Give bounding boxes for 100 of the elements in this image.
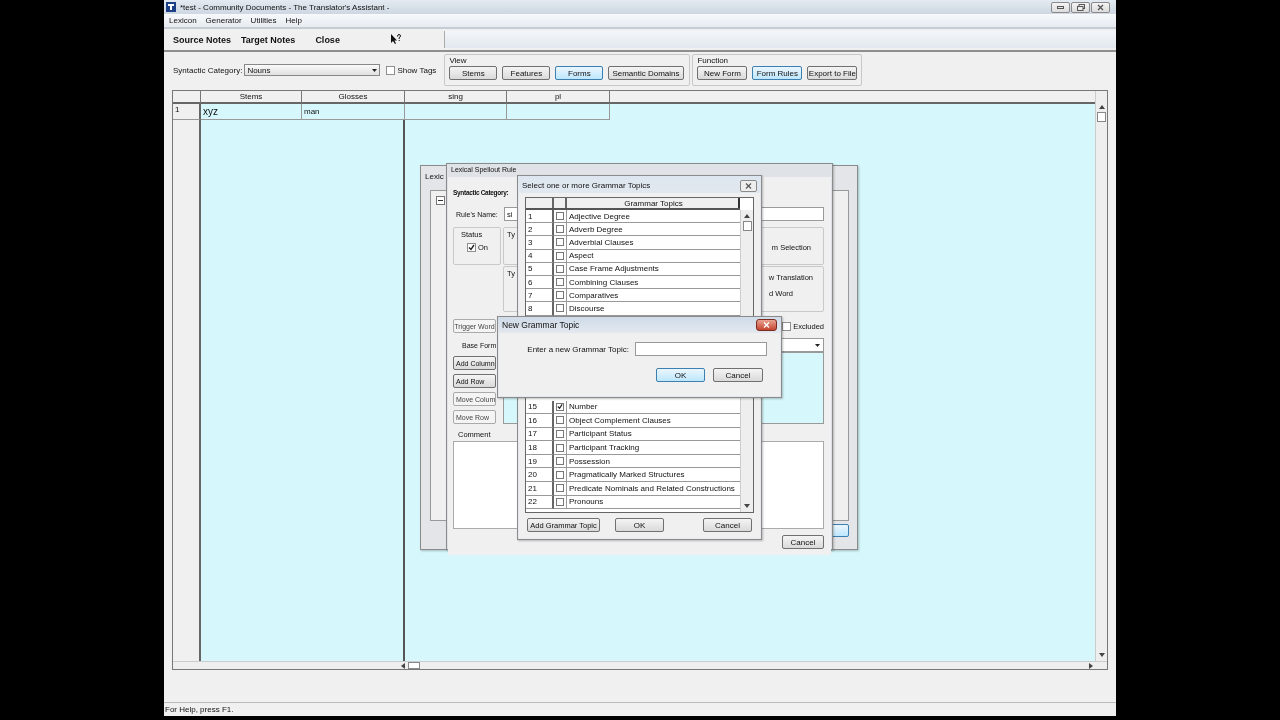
row-number: 20	[526, 468, 554, 483]
field-label: Enter a new Grammar Topic:	[527, 344, 629, 354]
close-button[interactable]	[740, 179, 757, 192]
cancel-button[interactable]: Cancel	[703, 518, 752, 532]
topic-name[interactable]: Combining Clauses	[567, 275, 740, 290]
field-label: Syntactic Category:	[173, 65, 243, 75]
menu-item[interactable]: Lexicon	[169, 16, 197, 25]
table-cell: man	[302, 104, 405, 120]
row-number: 15	[526, 400, 554, 415]
topic-name[interactable]: Object Complement Clauses	[567, 414, 740, 428]
row-number: 16	[526, 414, 554, 428]
topic-name[interactable]: Predicate Nominals and Related Constructions	[567, 482, 740, 496]
topic-name[interactable]: Participant Status	[567, 427, 740, 442]
column-header: Stems	[201, 91, 302, 104]
topic-name[interactable]: Case Frame Adjustments	[567, 262, 740, 276]
checkbox[interactable]	[556, 238, 564, 247]
topic-input-field[interactable]	[635, 342, 767, 356]
function-button[interactable]: New Form	[697, 66, 748, 80]
column-header: Grammar Topics	[567, 198, 740, 208]
cancel-button[interactable]: Cancel	[782, 535, 824, 549]
topic-name[interactable]: Adverbial Clauses	[567, 236, 740, 250]
checkbox[interactable]	[556, 497, 564, 506]
checkbox[interactable]	[556, 402, 564, 411]
dropdown-arrow-icon	[372, 68, 378, 72]
minimize-icon	[1057, 5, 1064, 9]
menu-item[interactable]: Utilities	[250, 16, 277, 25]
status-text: For Help, press F1.	[165, 705, 234, 714]
scroll-right-arrow-icon[interactable]	[1089, 662, 1093, 669]
scroll-down-arrow-icon[interactable]	[744, 504, 750, 508]
window-title: *test - Community Documents - The Translator's Assistant -	[180, 2, 390, 12]
topic-name[interactable]: Discourse	[567, 302, 740, 316]
row-number: 3	[526, 236, 554, 250]
topic-name[interactable]: Adverb Degree	[567, 223, 740, 237]
dialog-title: Select one or more Grammar Topics	[522, 181, 651, 190]
topic-name[interactable]: Comparatives	[567, 289, 740, 303]
toolbar-button[interactable]: Target Notes	[241, 34, 296, 45]
app-icon	[166, 2, 176, 12]
checkbox[interactable]	[556, 264, 564, 273]
checkbox[interactable]	[556, 430, 564, 438]
row-number: 7	[526, 289, 554, 303]
scrollbar-thumb[interactable]	[408, 662, 420, 669]
close-button[interactable]	[1091, 1, 1110, 13]
restore-button[interactable]	[1071, 1, 1090, 13]
checkbox[interactable]	[556, 212, 564, 221]
horizontal-scrollbar[interactable]	[173, 661, 1107, 669]
checkbox[interactable]	[556, 457, 564, 466]
scrollbar-thumb[interactable]	[1097, 112, 1106, 122]
scroll-up-arrow-icon[interactable]	[1098, 105, 1105, 109]
column-header: pl	[507, 91, 610, 104]
close-icon	[1097, 3, 1104, 11]
checkbox[interactable]	[556, 416, 564, 425]
checkbox[interactable]	[386, 65, 396, 75]
dialog-title: Lexic	[425, 171, 444, 181]
view-button[interactable]: Forms	[555, 66, 604, 80]
close-button[interactable]	[756, 319, 777, 331]
topic-name[interactable]: Number	[567, 400, 740, 415]
checkbox[interactable]	[556, 291, 564, 300]
scroll-down-arrow-icon[interactable]	[1098, 653, 1105, 657]
group-label: Function	[697, 56, 730, 65]
checkbox[interactable]	[556, 278, 564, 287]
topic-name[interactable]: Pragmatically Marked Structures	[567, 468, 740, 483]
checkbox[interactable]	[556, 225, 564, 234]
row-number: 8	[526, 302, 554, 316]
checkbox[interactable]	[556, 304, 564, 313]
scroll-up-arrow-icon[interactable]	[744, 214, 750, 218]
checkbox[interactable]	[556, 484, 564, 493]
checkbox[interactable]	[556, 443, 564, 452]
checkbox[interactable]	[556, 470, 564, 479]
minimize-button[interactable]	[1051, 1, 1070, 13]
ok-button[interactable]: OK	[656, 368, 705, 382]
collapse-icon[interactable]	[436, 196, 445, 205]
view-button[interactable]: Stems	[449, 66, 498, 80]
toolbar-button[interactable]: Source Notes	[173, 34, 232, 45]
function-button[interactable]: Form Rules	[752, 66, 803, 80]
checkbox[interactable]	[556, 251, 564, 260]
row-number: 1	[526, 210, 554, 224]
scrollbar-thumb[interactable]	[742, 221, 752, 231]
menu-item[interactable]: Help	[285, 16, 302, 25]
vertical-scrollbar[interactable]	[1095, 91, 1107, 661]
scroll-left-arrow-icon[interactable]	[401, 662, 405, 669]
category-dropdown[interactable]: Nouns	[244, 64, 381, 76]
checkbox[interactable]	[467, 243, 476, 252]
topic-name[interactable]: Aspect	[567, 249, 740, 263]
close-icon	[763, 322, 770, 328]
toolbar-button[interactable]: Close	[315, 34, 340, 45]
topic-name[interactable]: Participant Tracking	[567, 441, 740, 455]
function-button[interactable]: Export to File	[807, 66, 858, 80]
topic-name[interactable]: Adjective Degree	[567, 210, 740, 224]
topic-name[interactable]: Possession	[567, 454, 740, 469]
menu-item[interactable]: Generator	[205, 16, 242, 25]
column-header: Glosses	[302, 91, 405, 104]
topic-name[interactable]: Pronouns	[567, 495, 740, 510]
view-button[interactable]: Semantic Domains	[608, 66, 684, 80]
ok-button[interactable]: OK	[615, 518, 664, 532]
restore-icon	[1076, 3, 1085, 11]
cancel-button[interactable]: Cancel	[713, 368, 763, 382]
view-button[interactable]: Features	[502, 66, 551, 80]
row-number: 21	[526, 482, 554, 496]
help-cursor-icon[interactable]	[389, 34, 401, 45]
checkbox[interactable]	[782, 321, 792, 331]
